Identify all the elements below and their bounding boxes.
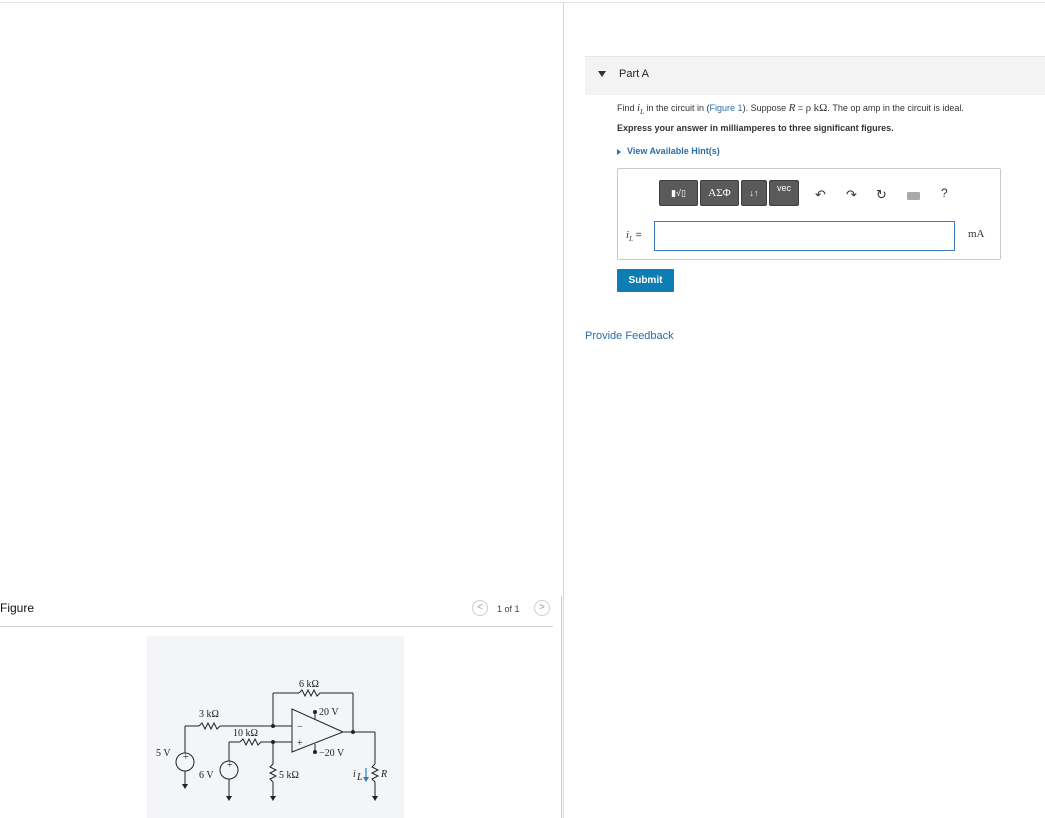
label-neg20v: −20 V (319, 748, 345, 759)
figure-rule (0, 626, 553, 627)
help-icon[interactable]: ? (941, 186, 948, 200)
figure-page-count: 1 of 1 (497, 604, 520, 614)
reset-icon[interactable]: ↻ (876, 187, 887, 203)
svg-text:L: L (356, 772, 363, 783)
svg-text:+: + (297, 738, 303, 749)
expand-triangle-icon (617, 148, 621, 155)
resistor-3k (198, 721, 221, 731)
resistor-5k (268, 763, 278, 783)
subscript-superscript-button[interactable]: ↓↑ (741, 180, 767, 206)
resistor-10k (239, 737, 262, 747)
label-5k: 5 kΩ (279, 770, 299, 781)
svg-text:−: − (297, 722, 303, 733)
resistor-6k (298, 688, 321, 698)
next-figure-button[interactable]: > (534, 600, 550, 616)
answer-label: iL = (626, 229, 642, 244)
top-rule (0, 2, 1045, 3)
answer-instruction: Express your answer in milliamperes to t… (617, 123, 894, 133)
keyboard-icon[interactable] (907, 192, 920, 200)
label-3k: 3 kΩ (199, 709, 219, 720)
part-header[interactable] (585, 56, 1045, 95)
collapse-caret-icon[interactable] (598, 71, 606, 77)
label-20v: 20 V (319, 707, 339, 718)
submit-button[interactable]: Submit (617, 269, 674, 292)
label-il: i (353, 769, 356, 780)
figure-scroll-edge (561, 596, 562, 818)
label-6k: 6 kΩ (299, 679, 319, 690)
part-title[interactable]: Part A (619, 68, 649, 80)
answer-input[interactable] (654, 221, 955, 251)
label-10k: 10 kΩ (233, 728, 258, 739)
label-6v: 6 V (199, 770, 214, 781)
vector-button[interactable]: vec (769, 180, 799, 206)
label-r: R (380, 769, 387, 780)
svg-text:+: + (183, 752, 189, 763)
undo-icon[interactable]: ↶ (815, 187, 826, 203)
figure-link[interactable]: Figure 1 (710, 103, 743, 113)
view-hints-link[interactable]: View Available Hint(s) (617, 146, 720, 156)
unit-label: mA (968, 228, 985, 240)
circuit-diagram: + + − + 6 kΩ 3 kΩ 10 kΩ 5 kΩ 20 V −20 V … (156, 679, 387, 801)
pane-divider[interactable] (563, 2, 564, 818)
svg-text:+: + (227, 760, 233, 771)
question-text: Find iL in the circuit in (Figure 1). Su… (617, 102, 964, 117)
var-il: iL (637, 102, 644, 117)
greek-symbols-button[interactable]: ΑΣΦ (700, 180, 739, 206)
label-5v: 5 V (156, 748, 171, 759)
template-button[interactable]: ▮√▯ (659, 180, 698, 206)
redo-icon[interactable]: ↷ (846, 187, 857, 203)
resistor-load (370, 763, 380, 783)
figure-title: Figure (0, 601, 35, 615)
provide-feedback-link[interactable]: Provide Feedback (585, 330, 674, 342)
prev-figure-button[interactable]: < (472, 600, 488, 616)
